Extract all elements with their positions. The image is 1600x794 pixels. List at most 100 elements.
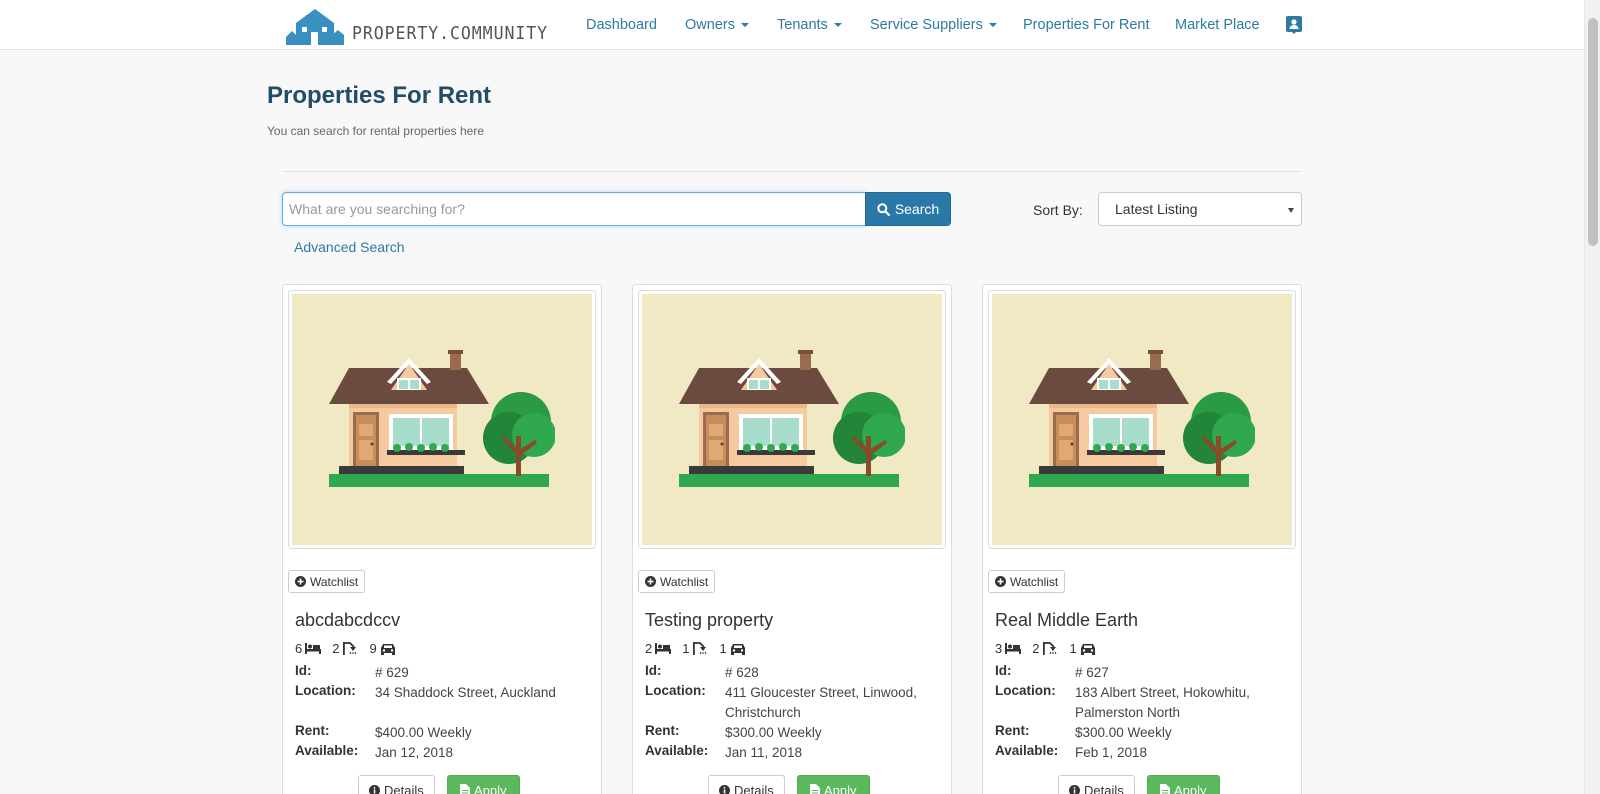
property-location: 411 Gloucester Street, Linwood, Christch… xyxy=(725,685,917,720)
sort-selected-value: Latest Listing xyxy=(1115,201,1198,217)
house-illustration-icon xyxy=(1029,349,1255,487)
bedrooms-feature: 2 xyxy=(645,641,672,656)
plus-circle-icon xyxy=(295,576,306,587)
apply-button[interactable]: Apply xyxy=(797,775,870,794)
property-card: Watchlist abcdabcdccv 6 2 9 Id: # 629 Lo… xyxy=(282,284,602,794)
property-id: # 629 xyxy=(375,665,409,680)
nav-properties-for-rent[interactable]: Properties For Rent xyxy=(1023,17,1150,33)
caret-down-icon xyxy=(988,23,997,27)
details-button[interactable]: Details xyxy=(358,775,435,794)
info-circle-icon xyxy=(369,784,380,794)
apply-label: Apply xyxy=(1174,782,1207,794)
property-id: # 627 xyxy=(1075,665,1109,680)
property-card: Watchlist Testing property 2 1 1 Id: # 6… xyxy=(632,284,952,794)
watchlist-label: Watchlist xyxy=(660,574,709,589)
plus-circle-icon xyxy=(995,576,1006,587)
property-thumbnail[interactable] xyxy=(638,290,946,549)
id-label: Id: xyxy=(995,663,1012,678)
select-arrow-icon xyxy=(1288,208,1294,213)
nav-market-place-label: Market Place xyxy=(1175,17,1260,33)
rent-label: Rent: xyxy=(645,723,680,738)
apply-button[interactable]: Apply xyxy=(447,775,520,794)
nav-market-wrap: Market Place xyxy=(1175,0,1260,50)
info-circle-icon xyxy=(719,784,730,794)
search-input[interactable] xyxy=(282,192,866,226)
nav-owners-dropdown[interactable]: Owners xyxy=(685,17,749,33)
bathroom-count: 1 xyxy=(682,641,690,656)
property-features: 2 1 1 xyxy=(645,641,757,656)
nav-service-suppliers-dropdown[interactable]: Service Suppliers xyxy=(870,17,997,33)
property-features: 3 2 1 xyxy=(995,641,1107,656)
bedroom-count: 6 xyxy=(295,641,303,656)
rent-label: Rent: xyxy=(295,723,330,738)
caret-down-icon xyxy=(740,23,749,27)
bedrooms-feature: 6 xyxy=(295,641,322,656)
document-icon xyxy=(1160,784,1170,794)
bedrooms-feature: 3 xyxy=(995,641,1022,656)
property-title: Real Middle Earth xyxy=(995,610,1139,630)
property-available-date: Jan 11, 2018 xyxy=(725,745,803,760)
page-scrollbar[interactable] xyxy=(1584,0,1600,794)
bedroom-count: 2 xyxy=(645,641,653,656)
id-label: Id: xyxy=(295,663,312,678)
header-divider xyxy=(282,171,1302,172)
details-button[interactable]: Details xyxy=(708,775,785,794)
property-location: 34 Shaddock Street, Auckland xyxy=(375,685,556,700)
search-button[interactable]: Search xyxy=(865,192,951,226)
nav-profile-wrap xyxy=(1286,0,1302,50)
page-title: Properties For Rent xyxy=(267,82,492,109)
sort-select[interactable]: Latest Listing xyxy=(1098,192,1302,226)
watchlist-button[interactable]: Watchlist xyxy=(638,570,716,593)
property-id: # 628 xyxy=(725,665,759,680)
property-rent: $300.00 Weekly xyxy=(725,725,822,740)
watchlist-button[interactable]: Watchlist xyxy=(988,570,1066,593)
property-thumbnail[interactable] xyxy=(288,290,596,549)
property-image xyxy=(642,294,942,545)
watchlist-button[interactable]: Watchlist xyxy=(288,570,366,593)
details-label: Details xyxy=(1084,782,1124,794)
bathrooms-feature: 2 xyxy=(332,641,358,656)
details-button[interactable]: Details xyxy=(1058,775,1135,794)
property-rent: $300.00 Weekly xyxy=(1075,725,1172,740)
nav-tenants-wrap: Tenants xyxy=(777,0,842,50)
nav-tenants-label: Tenants xyxy=(777,17,828,33)
car-icon xyxy=(380,643,395,655)
scrollbar-thumb[interactable] xyxy=(1588,18,1598,246)
apply-label: Apply xyxy=(824,782,857,794)
available-label: Available: xyxy=(995,743,1059,758)
parking-feature: 1 xyxy=(719,641,745,656)
brand-logo[interactable]: PROPERTY.COMMUNITY xyxy=(286,5,565,45)
property-available-date: Jan 12, 2018 xyxy=(375,745,454,760)
property-image xyxy=(292,294,592,545)
parking-count: 9 xyxy=(369,641,377,656)
advanced-search-link[interactable]: Advanced Search xyxy=(294,239,405,255)
property-thumbnail[interactable] xyxy=(988,290,1296,549)
nav-market-place[interactable]: Market Place xyxy=(1175,17,1260,33)
car-icon xyxy=(1080,643,1095,655)
nav-tenants-dropdown[interactable]: Tenants xyxy=(777,17,842,33)
shower-icon xyxy=(693,642,707,655)
available-label: Available: xyxy=(295,743,359,758)
parking-count: 1 xyxy=(1069,641,1077,656)
nav-service-suppliers-label: Service Suppliers xyxy=(870,17,983,33)
page-subtitle: You can search for rental properties her… xyxy=(267,124,485,138)
house-logo-icon xyxy=(286,9,344,45)
info-circle-icon xyxy=(1069,784,1080,794)
id-label: Id: xyxy=(645,663,662,678)
available-label: Available: xyxy=(645,743,709,758)
apply-button[interactable]: Apply xyxy=(1147,775,1220,794)
search-button-label: Search xyxy=(894,201,940,217)
bathroom-count: 2 xyxy=(1032,641,1040,656)
nav-dashboard[interactable]: Dashboard xyxy=(586,17,657,33)
bed-icon xyxy=(305,643,322,654)
property-card: Watchlist Real Middle Earth 3 2 1 Id: # … xyxy=(982,284,1302,794)
nav-owners-wrap: Owners xyxy=(685,0,749,50)
details-label: Details xyxy=(384,782,424,794)
bathrooms-feature: 1 xyxy=(682,641,708,656)
bed-icon xyxy=(655,643,672,654)
nav-owners-label: Owners xyxy=(685,17,735,33)
watchlist-label: Watchlist xyxy=(1010,574,1059,589)
profile-button[interactable] xyxy=(1286,16,1302,34)
property-image xyxy=(992,294,1292,545)
bathroom-count: 2 xyxy=(332,641,340,656)
